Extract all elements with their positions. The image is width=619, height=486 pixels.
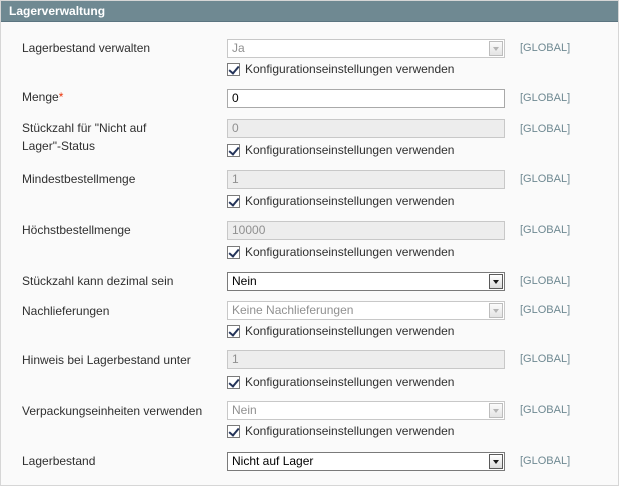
notify-qty-config-label: Konfigurationseinstellungen verwenden: [245, 375, 455, 389]
min-sale-qty-config-label: Konfigurationseinstellungen verwenden: [245, 194, 455, 208]
max-sale-qty-scope: [GLOBAL]: [520, 224, 571, 236]
panel-header: Lagerverwaltung: [1, 1, 618, 22]
stock-status-value: Nicht auf Lager: [232, 454, 314, 468]
stock-status-select[interactable]: Nicht auf Lager: [227, 452, 505, 471]
chevron-down-icon[interactable]: [489, 454, 503, 469]
qty-increments-config-checkbox[interactable]: [227, 425, 240, 438]
notify-qty-label: Hinweis bei Lagerbestand unter: [22, 353, 191, 367]
notify-qty-input[interactable]: 1: [227, 350, 505, 369]
backorders-value: Keine Nachlieferungen: [232, 303, 354, 317]
max-sale-qty-config-label: Konfigurationseinstellungen verwenden: [245, 245, 455, 259]
qty-increments-label: Verpackungseinheiten verwenden: [22, 404, 203, 418]
notify-qty-scope: [GLOBAL]: [520, 353, 571, 365]
min-qty-input[interactable]: 0: [227, 119, 505, 138]
manage-stock-label: Lagerbestand verwalten: [22, 41, 151, 55]
chevron-down-icon: [489, 41, 503, 56]
qty-label-text: Menge: [22, 90, 59, 104]
inventory-panel: Lagerverwaltung Lagerbestand verwalten J…: [0, 0, 619, 486]
max-sale-qty-input[interactable]: 10000: [227, 221, 505, 240]
manage-stock-scope: [GLOBAL]: [520, 42, 571, 54]
manage-stock-config-label: Konfigurationseinstellungen verwenden: [245, 62, 455, 76]
min-qty-label-line2: Lager"-Status: [22, 139, 95, 153]
stock-status-scope: [GLOBAL]: [520, 455, 571, 467]
chevron-down-icon: [489, 403, 503, 418]
qty-decimal-value: Nein: [232, 274, 257, 288]
min-sale-qty-input[interactable]: 1: [227, 170, 505, 189]
max-sale-qty-config-checkbox[interactable]: [227, 246, 240, 259]
min-sale-qty-label: Mindestbestellmenge: [22, 172, 136, 186]
panel-title: Lagerverwaltung: [9, 4, 106, 18]
qty-scope: [GLOBAL]: [520, 92, 571, 104]
stock-status-label: Lagerbestand: [22, 454, 96, 468]
required-mark: *: [58, 90, 64, 104]
min-qty-label-line1: Stückzahl für "Nicht auf: [22, 121, 147, 135]
chevron-down-icon[interactable]: [489, 274, 503, 289]
qty-label: Menge*: [22, 89, 63, 106]
min-qty-config-label: Konfigurationseinstellungen verwenden: [245, 143, 455, 157]
qty-decimal-select[interactable]: Nein: [227, 272, 505, 291]
qty-increments-select[interactable]: Nein: [227, 401, 505, 420]
chevron-down-icon: [489, 303, 503, 318]
backorders-scope: [GLOBAL]: [520, 304, 571, 316]
qty-input[interactable]: 0: [227, 89, 505, 108]
notify-qty-config-checkbox[interactable]: [227, 376, 240, 389]
min-sale-qty-config-checkbox[interactable]: [227, 195, 240, 208]
qty-decimal-label: Stückzahl kann dezimal sein: [22, 274, 174, 288]
manage-stock-config-checkbox[interactable]: [227, 63, 240, 76]
qty-decimal-scope: [GLOBAL]: [520, 275, 571, 287]
min-qty-scope: [GLOBAL]: [520, 123, 571, 135]
max-sale-qty-label: Höchstbestellmenge: [22, 223, 131, 237]
backorders-select[interactable]: Keine Nachlieferungen: [227, 301, 505, 320]
min-sale-qty-scope: [GLOBAL]: [520, 173, 571, 185]
manage-stock-select[interactable]: Ja: [227, 39, 505, 58]
min-qty-config-checkbox[interactable]: [227, 144, 240, 157]
backorders-label: Nachlieferungen: [22, 304, 110, 318]
qty-increments-scope: [GLOBAL]: [520, 404, 571, 416]
qty-increments-config-label: Konfigurationseinstellungen verwenden: [245, 424, 455, 438]
qty-increments-value: Nein: [232, 403, 257, 417]
backorders-config-checkbox[interactable]: [227, 325, 240, 338]
backorders-config-label: Konfigurationseinstellungen verwenden: [245, 324, 455, 338]
manage-stock-value: Ja: [232, 41, 245, 55]
